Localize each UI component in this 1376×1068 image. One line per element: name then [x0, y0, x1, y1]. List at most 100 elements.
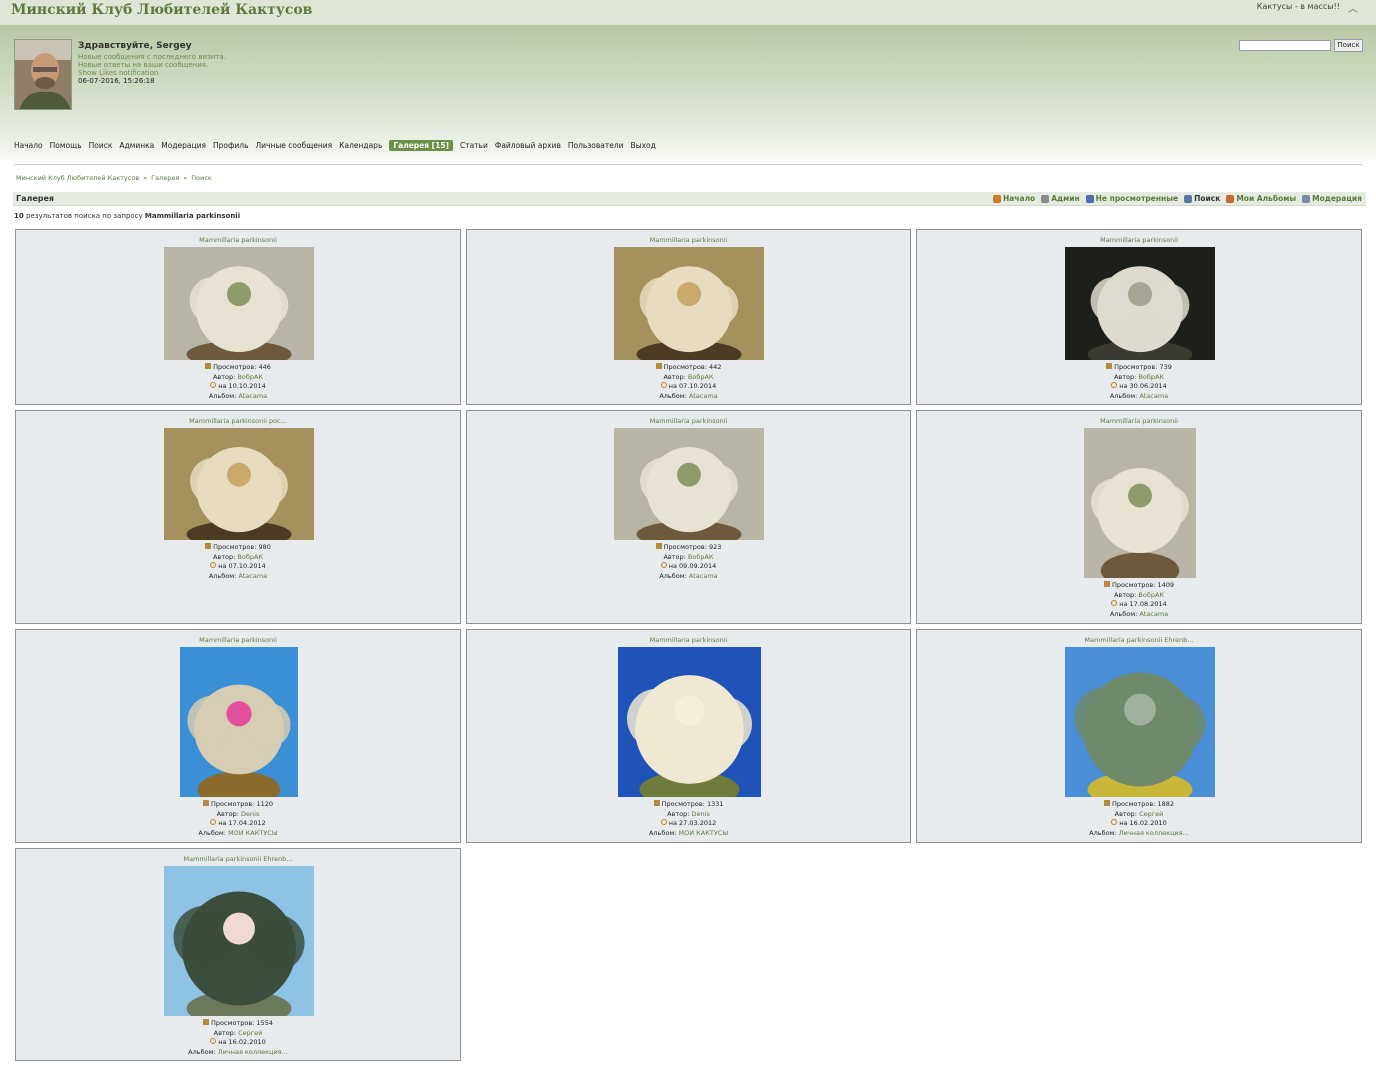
gallery-item: Mammillaria parkinsonii Просмотров: 923 Ав…	[466, 410, 911, 624]
author-link[interactable]: ВобрАК	[1138, 373, 1164, 381]
results-summary: 10 результатов поиска по запросу Mammill…	[14, 212, 240, 220]
gallery-nav-item[interactable]: Поиск	[1184, 194, 1220, 203]
gallery-item: Mammillaria parkinsonii Просмотров: 1331 А…	[466, 629, 911, 843]
views-count: 1554	[256, 1019, 273, 1027]
nav-item[interactable]: Личные сообщения	[256, 141, 333, 150]
nav-item[interactable]: Поиск	[89, 141, 113, 150]
album-link[interactable]: МОИ КАКТУСЫ	[228, 829, 278, 837]
author-line: Автор: Denis	[467, 810, 910, 820]
views-count: 446	[258, 363, 271, 371]
author-line: Автор: ВобрАК	[467, 373, 910, 383]
author-link[interactable]: ВобрАК	[688, 553, 714, 561]
author-link[interactable]: ВобрАК	[237, 373, 263, 381]
cactus-thumbnail[interactable]	[164, 428, 314, 548]
chevron-up-icon[interactable]: ︿	[1348, 0, 1358, 15]
album-link[interactable]: МОИ КАКТУСЫ	[679, 829, 729, 837]
gallery-nav-item[interactable]: Не просмотренные	[1085, 194, 1178, 203]
cactus-thumbnail[interactable]	[614, 247, 764, 368]
cactus-thumbnail[interactable]	[180, 647, 298, 808]
cactus-thumbnail[interactable]	[164, 866, 314, 1027]
nav-item[interactable]: Выход	[631, 141, 656, 150]
gallery-nav-item[interactable]: Админ	[1041, 194, 1080, 203]
gallery-nav-item[interactable]: Начало	[993, 194, 1035, 203]
nav-item[interactable]: Модерация	[161, 141, 206, 150]
item-title-link[interactable]: Mammillaria parkinsonii Ehrenb...	[16, 855, 460, 863]
cactus-thumbnail[interactable]	[618, 647, 761, 808]
cactus-thumbnail[interactable]	[1065, 247, 1215, 368]
nav-item[interactable]: Помощь	[50, 141, 82, 150]
gallery-item: Mammillaria parkinsonii Просмотров: 446 Ав…	[15, 229, 461, 405]
author-link[interactable]: Сергей	[1139, 810, 1163, 818]
date-line: на 16.02.2010	[917, 819, 1361, 829]
breadcrumb-item[interactable]: Поиск	[191, 174, 212, 182]
nav-item[interactable]: Статьи	[460, 141, 488, 150]
item-title-link[interactable]: Mammillaria parkinsonii	[917, 236, 1361, 244]
search-input[interactable]	[1239, 40, 1331, 51]
item-date: 27.03.2012	[679, 819, 717, 827]
nav-item[interactable]: Начало	[14, 141, 43, 150]
album-link[interactable]: Atacama	[238, 572, 267, 580]
item-title-link[interactable]: Mammillaria parkinsonii	[467, 636, 910, 644]
new-replies-link[interactable]: Новые ответы на ваши сообщения.	[78, 61, 208, 69]
views-line: Просмотров: 980	[16, 543, 460, 553]
author-link[interactable]: Сергей	[238, 1029, 262, 1037]
likes-notification-link[interactable]: Show Likes notification	[78, 69, 158, 77]
album-link[interactable]: Atacama	[238, 392, 267, 400]
cactus-thumbnail[interactable]	[1084, 428, 1196, 589]
clock-icon	[210, 1038, 217, 1044]
nav-item[interactable]: Галерея [15]	[389, 139, 453, 151]
item-title-link[interactable]: Mammillaria parkinsonii рос...	[16, 417, 460, 425]
breadcrumb-item[interactable]: Минский Клуб Любителей Кактусов	[16, 174, 139, 182]
album-link[interactable]: Atacama	[1139, 610, 1168, 618]
gallery-item: Mammillaria parkinsonii Ehrenb... Просмот…	[15, 848, 461, 1061]
gallery-nav-item[interactable]: Мои Альбомы	[1226, 194, 1296, 203]
site-title[interactable]: Минский Клуб Любителей Кактусов	[11, 2, 312, 18]
gallery-nav-item[interactable]: Модерация	[1302, 194, 1362, 203]
cactus-thumbnail[interactable]	[164, 247, 314, 368]
author-line: Автор: ВобрАК	[467, 553, 910, 563]
views-icon	[655, 363, 662, 369]
album-link[interactable]: Atacama	[689, 572, 718, 580]
breadcrumb-item[interactable]: Галерея	[151, 174, 179, 182]
album-link[interactable]: Личная коллекция...	[218, 1048, 288, 1056]
author-link[interactable]: Denis	[692, 810, 710, 818]
item-title-link[interactable]: Mammillaria parkinsonii	[16, 236, 460, 244]
item-title-link[interactable]: Mammillaria parkinsonii	[467, 417, 910, 425]
clock-icon	[660, 382, 667, 388]
album-line: Альбом: Atacama	[917, 392, 1361, 402]
clock-icon	[1111, 382, 1118, 388]
album-line: Альбом: Atacama	[16, 392, 460, 402]
clock-icon	[210, 562, 217, 568]
author-link[interactable]: ВобрАК	[688, 373, 714, 381]
cactus-thumbnail[interactable]	[1065, 647, 1215, 808]
nav-item[interactable]: Пользователи	[568, 141, 624, 150]
nav-item[interactable]: Файловый архив	[495, 141, 561, 150]
author-label: Автор:	[663, 372, 686, 381]
nav-item[interactable]: Календарь	[339, 141, 382, 150]
author-link[interactable]: ВобрАК	[237, 553, 263, 561]
album-link[interactable]: Atacama	[689, 392, 718, 400]
search-button[interactable]: Поиск	[1334, 39, 1363, 52]
item-title-link[interactable]: Mammillaria parkinsonii	[917, 417, 1361, 425]
album-label: Альбом:	[198, 828, 226, 837]
views-count: 923	[709, 543, 722, 551]
album-link[interactable]: Atacama	[1139, 392, 1168, 400]
views-icon	[1106, 363, 1113, 369]
author-link[interactable]: ВобрАК	[1138, 591, 1164, 599]
item-title-link[interactable]: Mammillaria parkinsonii	[467, 236, 910, 244]
nav-item[interactable]: Профиль	[213, 141, 249, 150]
nav-item[interactable]: Админка	[119, 141, 154, 150]
date-prefix: на	[668, 819, 677, 827]
item-title-link[interactable]: Mammillaria parkinsonii	[16, 636, 460, 644]
author-link[interactable]: Denis	[241, 810, 259, 818]
breadcrumb-separator: »	[183, 174, 188, 182]
cactus-thumbnail[interactable]	[614, 428, 764, 548]
magnifier-icon	[1184, 194, 1193, 203]
new-posts-link[interactable]: Новые сообщения с последнего визита.	[78, 53, 226, 61]
album-line: Альбом: МОИ КАКТУСЫ	[16, 829, 460, 839]
album-link[interactable]: Личная коллекция...	[1119, 829, 1189, 837]
avatar[interactable]	[14, 39, 72, 110]
item-title-link[interactable]: Mammillaria parkinsonii Ehrenb...	[917, 636, 1361, 644]
views-icon	[203, 800, 209, 806]
gear-icon	[1041, 194, 1050, 203]
